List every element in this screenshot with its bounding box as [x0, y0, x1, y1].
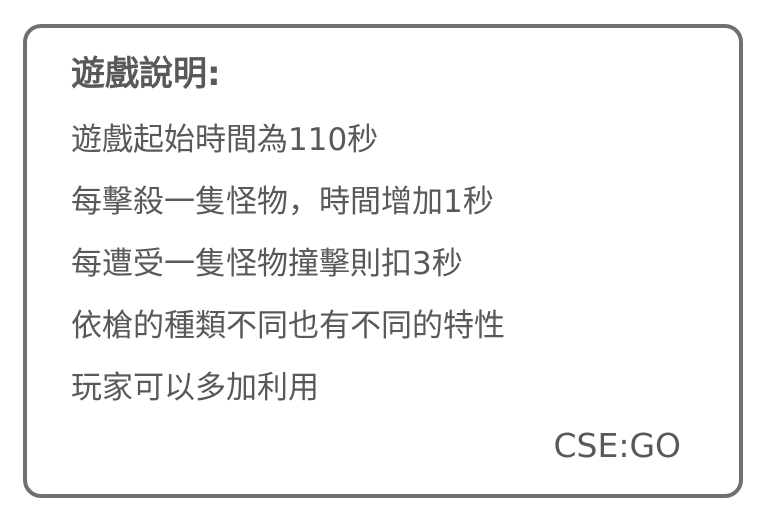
instruction-line-kill-bonus: 每擊殺一隻怪物，時間增加1秒 [71, 184, 494, 220]
instructions-list: 遊戲起始時間為110秒 每擊殺一隻怪物，時間增加1秒 每遭受一隻怪物撞擊則扣3秒… [71, 116, 505, 426]
instruction-line-hit-penalty: 每遭受一隻怪物撞擊則扣3秒 [71, 246, 463, 282]
game-signature: CSE:GO [553, 426, 681, 465]
instructions-title: 遊戲說明: [71, 54, 221, 94]
instruction-line-start-time: 遊戲起始時間為110秒 [71, 122, 379, 158]
instruction-line-gun-types: 依槍的種類不同也有不同的特性 [71, 308, 505, 344]
instructions-panel: 遊戲說明: 遊戲起始時間為110秒 每擊殺一隻怪物，時間增加1秒 每遭受一隻怪物… [23, 24, 743, 498]
instruction-line-tip: 玩家可以多加利用 [71, 370, 319, 406]
